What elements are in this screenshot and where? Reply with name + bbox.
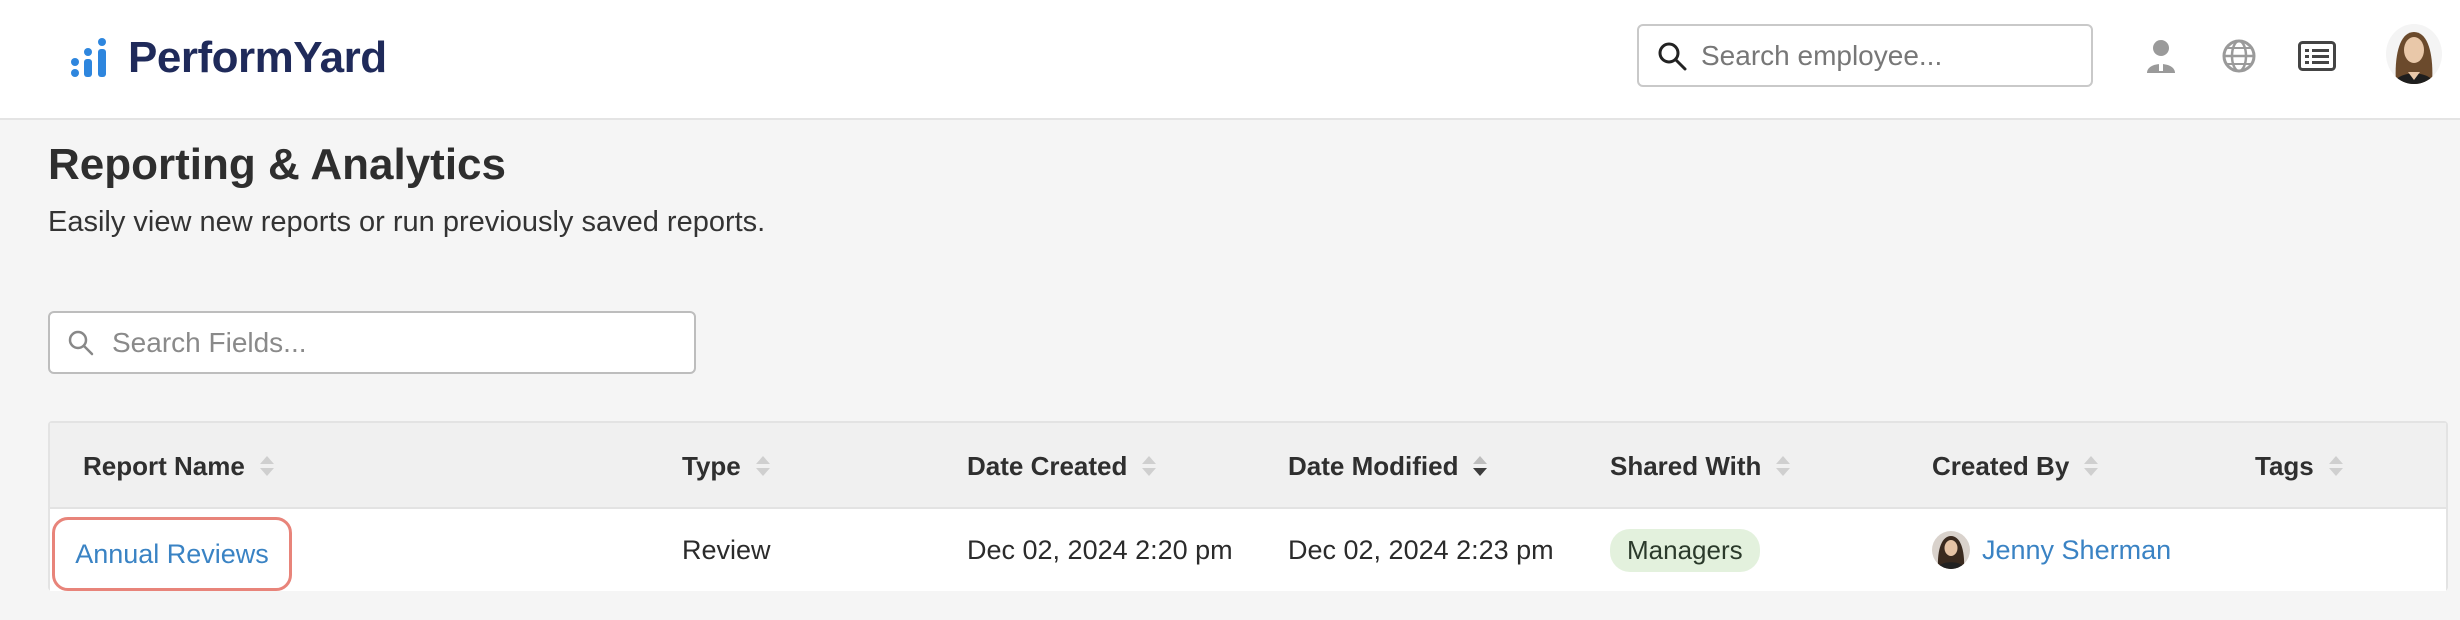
column-label: Tags <box>2255 450 2314 481</box>
page-title: Reporting & Analytics <box>48 140 506 189</box>
report-name-link[interactable]: Annual Reviews <box>52 517 292 591</box>
column-label: Created By <box>1932 450 2070 481</box>
creator-avatar <box>1932 531 1970 569</box>
field-search-input[interactable] <box>112 326 694 359</box>
table-header: Report Name Type Date Created Date Modif… <box>50 423 2446 509</box>
sort-desc-icon[interactable] <box>1472 454 1488 478</box>
shared-with-cell: Managers <box>1610 509 1760 591</box>
column-header-shared-with[interactable]: Shared With <box>1610 423 1791 509</box>
column-header-type[interactable]: Type <box>682 423 771 509</box>
date-modified: Dec 02, 2024 2:23 pm <box>1288 534 1554 565</box>
logo-icon <box>70 38 118 78</box>
column-header-report-name[interactable]: Report Name <box>83 423 275 509</box>
search-icon <box>68 330 94 356</box>
column-header-date-created[interactable]: Date Created <box>967 423 1157 509</box>
field-search[interactable] <box>48 311 696 374</box>
employee-search-input[interactable] <box>1701 39 2091 72</box>
sort-icon[interactable] <box>1141 454 1157 478</box>
column-header-created-by[interactable]: Created By <box>1932 423 2099 509</box>
creator-name-link[interactable]: Jenny Sherman <box>1982 535 2171 566</box>
search-icon <box>1657 41 1687 71</box>
column-header-date-modified[interactable]: Date Modified <box>1288 423 1488 509</box>
date-created: Dec 02, 2024 2:20 pm <box>967 534 1233 565</box>
person-icon[interactable] <box>2141 36 2181 76</box>
column-label: Shared With <box>1610 450 1762 481</box>
created-by-cell: Jenny Sherman <box>1932 509 2171 591</box>
column-label: Date Modified <box>1288 450 1459 481</box>
user-avatar[interactable] <box>2386 24 2442 84</box>
column-header-tags[interactable]: Tags <box>2255 423 2344 509</box>
table-row: Annual Reviews Review Dec 02, 2024 2:20 … <box>50 509 2446 591</box>
brand-name: PerformYard <box>128 33 387 82</box>
column-label: Date Created <box>967 450 1128 481</box>
page-subtitle: Easily view new reports or run previousl… <box>48 206 766 238</box>
sort-icon[interactable] <box>2328 454 2344 478</box>
globe-icon[interactable] <box>2219 36 2259 76</box>
top-bar: PerformYard <box>0 0 2460 120</box>
logo[interactable]: PerformYard <box>70 30 387 86</box>
sort-icon[interactable] <box>1775 454 1791 478</box>
reports-table: Report Name Type Date Created Date Modif… <box>48 421 2448 591</box>
report-type: Review <box>682 534 771 565</box>
column-label: Type <box>682 450 741 481</box>
list-icon[interactable] <box>2297 36 2337 76</box>
shared-with-badge: Managers <box>1610 528 1760 572</box>
column-label: Report Name <box>83 450 245 481</box>
sort-icon[interactable] <box>755 454 771 478</box>
sort-icon[interactable] <box>259 454 275 478</box>
employee-search[interactable] <box>1637 24 2093 87</box>
sort-icon[interactable] <box>2083 454 2099 478</box>
